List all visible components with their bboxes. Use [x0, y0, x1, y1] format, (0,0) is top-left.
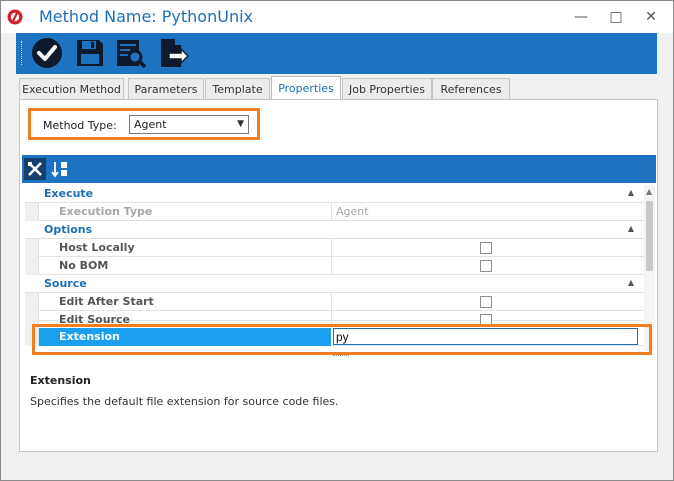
method-type-highlight: Method Type: Agent ▼: [28, 108, 260, 140]
edit-after-start-checkbox[interactable]: [480, 296, 492, 308]
category-options[interactable]: Options ▲: [25, 221, 644, 239]
categorized-button[interactable]: [24, 158, 46, 180]
splitter-handle[interactable]: [333, 355, 349, 356]
title-bar: Method Name: PythonUnix — □ ✕: [1, 1, 673, 33]
row-gutter: [25, 239, 39, 257]
host-locally-checkbox[interactable]: [480, 242, 492, 254]
column-divider: [331, 293, 332, 311]
categorized-icon: [28, 162, 42, 176]
property-row-edit-source[interactable]: Edit Source: [25, 311, 644, 329]
column-divider: [331, 239, 332, 257]
description-title: Extension: [30, 374, 91, 387]
chevron-down-icon: ▼: [237, 119, 244, 129]
close-button[interactable]: ✕: [636, 5, 666, 29]
save-button[interactable]: [73, 36, 107, 70]
window-title: Method Name: PythonUnix: [39, 7, 253, 26]
column-divider: [331, 203, 332, 221]
property-label: Host Locally: [59, 241, 135, 254]
apply-button[interactable]: [30, 36, 64, 70]
collapse-icon[interactable]: ▲: [628, 278, 634, 287]
scroll-up-icon[interactable]: ▲: [646, 187, 652, 196]
category-source[interactable]: Source ▲: [25, 275, 644, 293]
category-label: Execute: [44, 187, 94, 200]
scroll-thumb[interactable]: [646, 201, 653, 271]
description-text: Specifies the default file extension for…: [30, 395, 339, 408]
method-type-select[interactable]: Agent ▼: [129, 115, 249, 134]
category-label: Options: [44, 223, 93, 236]
no-bom-checkbox[interactable]: [480, 260, 492, 272]
sort-alphabetical-button[interactable]: [49, 158, 71, 180]
extension-highlight: [32, 324, 652, 355]
method-type-value: Agent: [134, 118, 167, 131]
category-label: Source: [44, 277, 87, 290]
method-type-label: Method Type:: [43, 119, 117, 132]
row-gutter: [25, 203, 39, 221]
sort-alphabetical-icon: [51, 162, 67, 178]
maximize-button[interactable]: □: [601, 5, 631, 29]
property-label: Execution Type: [59, 205, 153, 218]
property-row-no-bom[interactable]: No BOM: [25, 257, 644, 275]
property-label: No BOM: [59, 259, 109, 272]
tab-execution-method[interactable]: Execution Method: [19, 78, 124, 100]
tab-template[interactable]: Template: [205, 78, 270, 100]
checkmark-icon: [32, 38, 62, 68]
tab-job-properties[interactable]: Job Properties: [342, 78, 432, 100]
method-window: Method Name: PythonUnix — □ ✕ Execution …: [0, 0, 674, 481]
save-icon: [77, 40, 103, 66]
category-execute[interactable]: Execute ▲: [25, 185, 644, 203]
property-grid-toolbar: [22, 155, 656, 183]
preview-icon: [117, 40, 147, 69]
property-row-execution-type[interactable]: Execution Type Agent: [25, 203, 644, 221]
app-logo-icon: [7, 9, 23, 25]
preview-button[interactable]: [114, 36, 148, 70]
tab-parameters[interactable]: Parameters: [128, 78, 204, 100]
maximize-icon: □: [609, 9, 623, 25]
row-gutter: [25, 293, 39, 311]
minimize-button[interactable]: —: [566, 5, 596, 29]
property-row-edit-after-start[interactable]: Edit After Start: [25, 293, 644, 311]
properties-panel: Method Type: Agent ▼ Execute ▲ Execution…: [19, 99, 658, 452]
minimize-icon: —: [574, 9, 588, 25]
tab-references[interactable]: References: [432, 78, 510, 100]
collapse-icon[interactable]: ▲: [628, 224, 634, 233]
main-toolbar: [16, 33, 657, 74]
row-gutter: [25, 257, 39, 275]
toolbar-grip[interactable]: [21, 41, 24, 65]
export-icon: [161, 39, 189, 67]
property-value: Agent: [336, 205, 369, 218]
close-icon: ✕: [645, 9, 657, 25]
tab-properties[interactable]: Properties: [271, 76, 341, 99]
column-divider: [331, 257, 332, 275]
property-row-host-locally[interactable]: Host Locally: [25, 239, 644, 257]
export-button[interactable]: [156, 36, 190, 70]
collapse-icon[interactable]: ▲: [628, 188, 634, 197]
property-label: Edit After Start: [59, 295, 154, 308]
